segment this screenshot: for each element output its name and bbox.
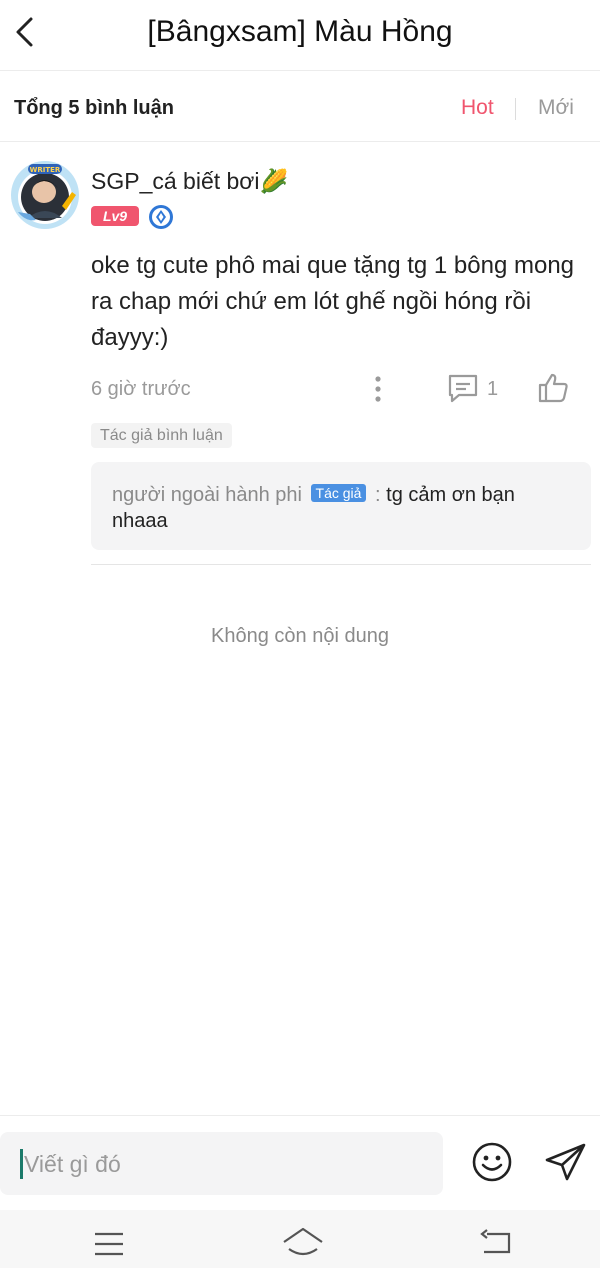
comment-input[interactable]: Viết gì đó — [0, 1132, 443, 1195]
end-of-content-text: Không còn nội dung — [211, 625, 389, 647]
reply-count: 1 — [487, 378, 499, 400]
reply-separator: : — [375, 484, 381, 506]
emoji-button[interactable] — [470, 1140, 514, 1184]
reply-preview[interactable]: người ngoài hành phi Tác giả : tg cảm ơn… — [91, 462, 591, 550]
comment-count: Tổng 5 bình luận — [14, 97, 174, 119]
reply-text: người ngoài hành phi Tác giả : tg cảm ơn… — [112, 482, 572, 534]
comment-body: oke tg cute phô mai que tặng tg 1 bông m… — [91, 252, 575, 351]
reply-icon[interactable] — [446, 372, 480, 404]
sort-hot-tab[interactable]: Hot — [461, 96, 494, 120]
thumbs-up-icon[interactable] — [536, 372, 570, 404]
comment-time: 6 giờ trước — [91, 378, 191, 400]
sort-new-tab[interactable]: Mới — [538, 96, 574, 120]
author-comment-tag: Tác giả bình luận — [91, 423, 232, 448]
sort-divider — [515, 98, 516, 120]
send-button[interactable] — [543, 1140, 589, 1184]
nav-back-button[interactable] — [478, 1228, 514, 1258]
level-badge: Lv9 — [91, 206, 139, 226]
header-bar: [Bângxsam] Màu Hồng — [0, 0, 600, 71]
smiley-icon — [472, 1142, 512, 1182]
avatar[interactable]: WRITER — [10, 160, 80, 230]
comment-input-placeholder: Viết gì đó — [24, 1151, 121, 1177]
comment-username[interactable]: SGP_cá biết bơi🌽 — [91, 168, 288, 195]
author-badge: Tác giả — [310, 484, 367, 502]
more-options-icon[interactable] — [366, 374, 390, 404]
text-caret — [20, 1149, 23, 1179]
page-title: [Bângxsam] Màu Hồng — [147, 15, 453, 48]
comment-composer: Viết gì đó — [0, 1115, 600, 1211]
divider — [91, 564, 591, 565]
back-arrow-icon — [480, 1229, 511, 1254]
menu-icon — [95, 1232, 123, 1256]
nav-home-button[interactable] — [280, 1226, 326, 1260]
nav-menu-button[interactable] — [92, 1230, 126, 1258]
home-icon — [283, 1227, 323, 1256]
reply-author[interactable]: người ngoài hành phi — [112, 484, 302, 506]
svg-text:WRITER: WRITER — [30, 166, 61, 174]
system-navigation-bar — [0, 1210, 600, 1268]
comments-toolbar: Tổng 5 bình luận Hot Mới — [0, 71, 600, 142]
send-icon — [545, 1143, 586, 1181]
diamond-badge-icon — [148, 204, 174, 230]
